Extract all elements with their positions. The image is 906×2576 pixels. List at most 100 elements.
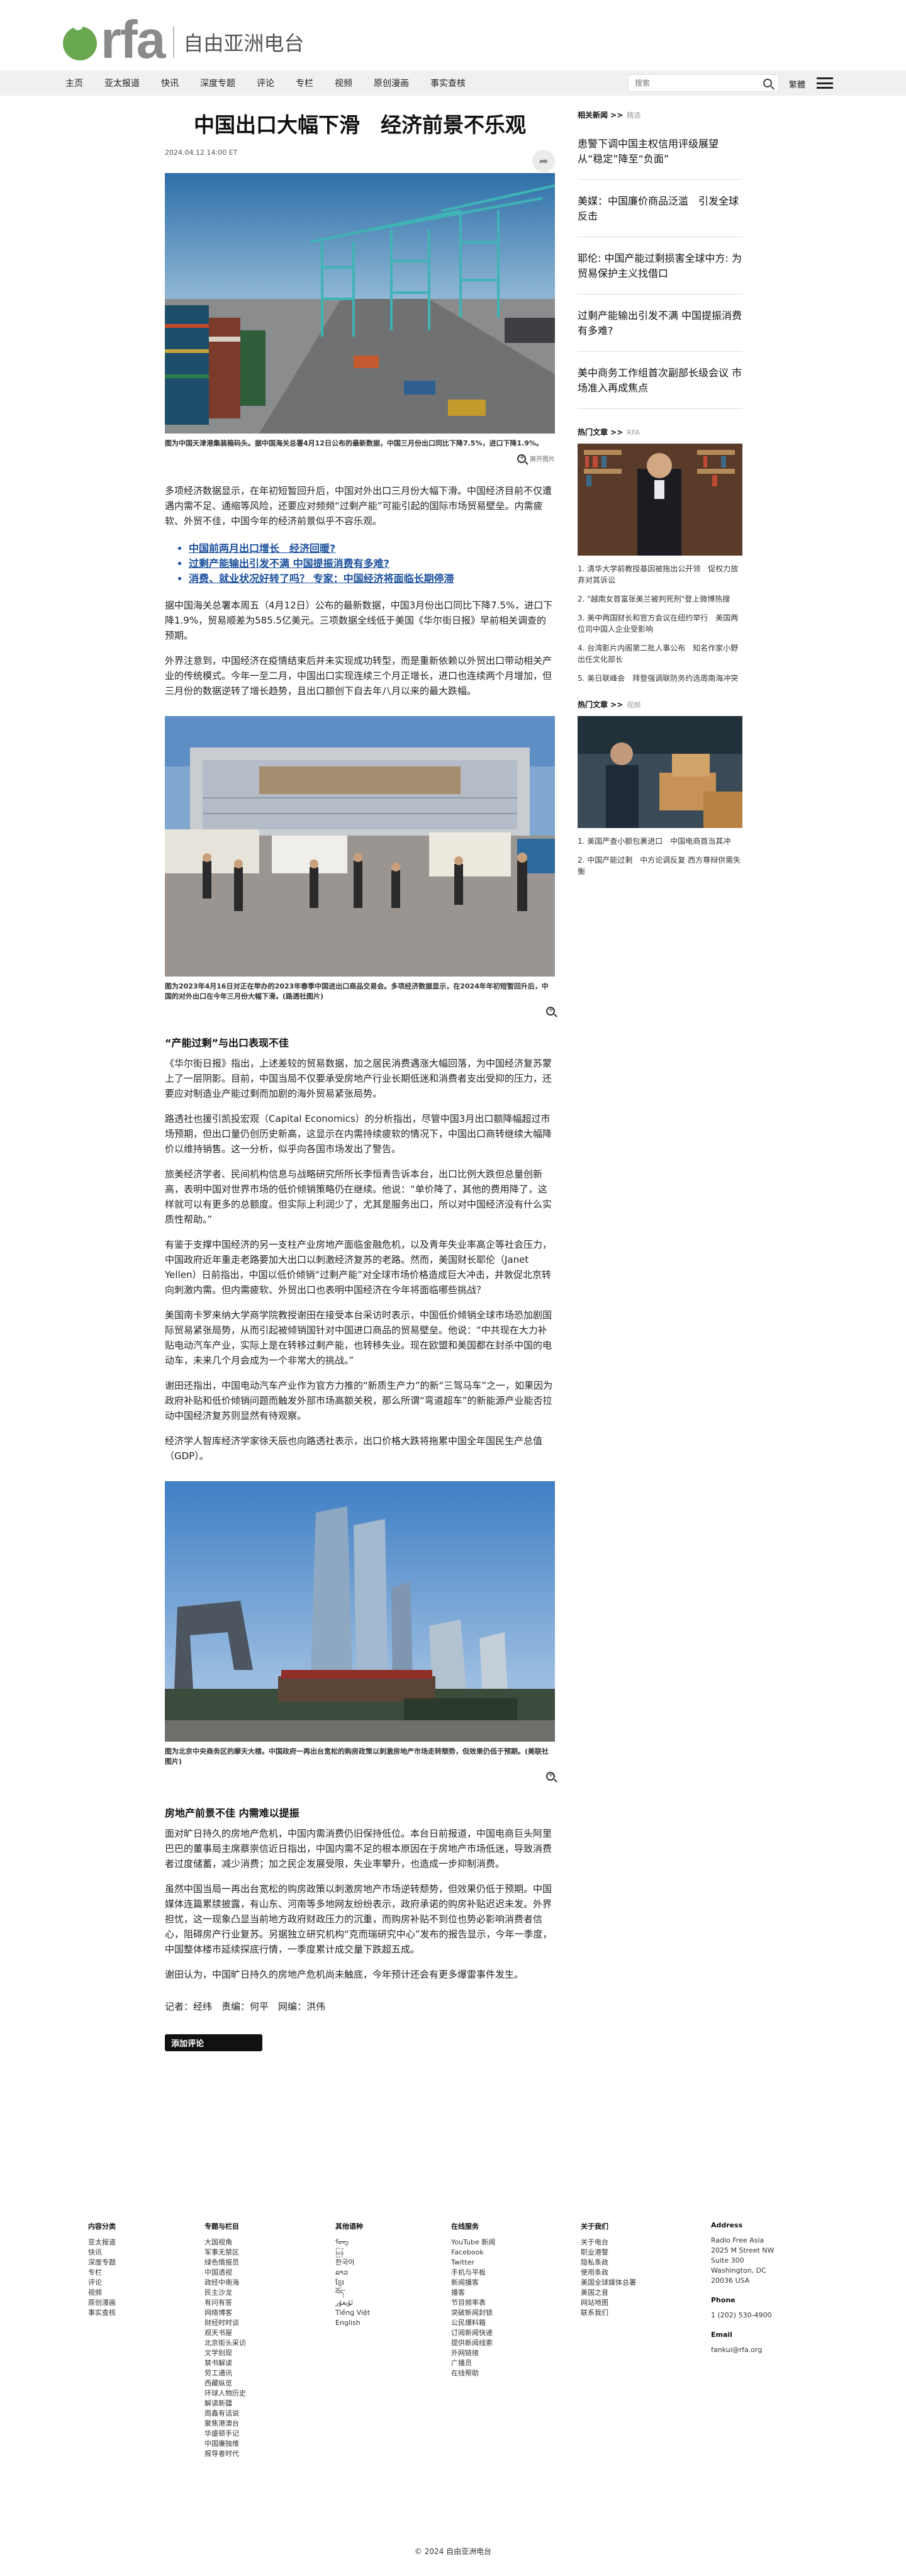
footer-link[interactable]: fankui@rfa.org bbox=[711, 2345, 775, 2355]
footer-link[interactable]: 播客 bbox=[451, 2288, 495, 2298]
article-photo-fair[interactable] bbox=[165, 716, 555, 977]
footer-link[interactable]: 原创漫画 bbox=[88, 2298, 116, 2308]
footer-link[interactable]: ᠮᠣᠩ bbox=[335, 2237, 370, 2248]
footer-link[interactable]: 亚太报道 bbox=[88, 2237, 116, 2248]
footer-link[interactable]: 军事无禁区 bbox=[204, 2248, 246, 2258]
nav-item[interactable]: 原创漫画 bbox=[374, 77, 409, 89]
footer-link[interactable]: Twitter bbox=[451, 2258, 495, 2268]
related-news-item[interactable]: 过剩产能输出引发不满 中国提振消费有多难? bbox=[578, 294, 742, 352]
footer-link[interactable]: ئۇيغۇر bbox=[335, 2298, 370, 2308]
nav-item[interactable]: 亚太报道 bbox=[104, 77, 140, 89]
footer-link[interactable]: 观天书屋 bbox=[204, 2328, 246, 2338]
footer-link[interactable]: YouTube 新闻 bbox=[451, 2237, 495, 2248]
search-icon[interactable] bbox=[763, 79, 772, 87]
footer-link[interactable]: English bbox=[335, 2318, 370, 2328]
hamburger-menu-icon[interactable] bbox=[817, 77, 833, 89]
footer-link[interactable]: 快讯 bbox=[88, 2248, 116, 2258]
footer-link[interactable]: 公民爆料箱 bbox=[451, 2318, 495, 2328]
related-link[interactable]: 过剩产能输出引发不满 中国提振消费有多难? bbox=[189, 556, 555, 571]
footer-link[interactable]: 广播员 bbox=[451, 2358, 495, 2368]
nav-item[interactable]: 视频 bbox=[335, 77, 352, 89]
hot-video-thumbnail[interactable] bbox=[578, 716, 742, 828]
related-news-item[interactable]: 美媒：中国廉价商品泛滥 引发全球反击 bbox=[578, 180, 742, 237]
footer-link[interactable]: 事实查核 bbox=[88, 2308, 116, 2318]
footer-link[interactable]: 聚焦港澳台 bbox=[204, 2419, 246, 2429]
footer-link[interactable]: 专栏 bbox=[88, 2268, 116, 2278]
nav-item[interactable]: 快讯 bbox=[161, 77, 179, 89]
footer-link[interactable]: 在线帮助 bbox=[451, 2368, 495, 2378]
footer-link[interactable]: ລາວ bbox=[335, 2268, 370, 2278]
hot-videos-heading[interactable]: 热门文章 >> 视频 bbox=[578, 699, 742, 710]
nav-item[interactable]: 事实查核 bbox=[430, 77, 466, 89]
footer-link[interactable]: 周鑫有话说 bbox=[204, 2409, 246, 2419]
footer-link[interactable]: 节目频率表 bbox=[451, 2298, 495, 2308]
hot-articles-heading[interactable]: 热门文章 >> RFA bbox=[578, 427, 742, 437]
nav-item[interactable]: 主页 bbox=[65, 77, 83, 89]
footer-link[interactable]: 有问有答 bbox=[204, 2298, 246, 2308]
footer-link[interactable]: 提供新闻线索 bbox=[451, 2338, 495, 2348]
hot-video-item[interactable]: 2. 中国产能过剩 中方论调反复 西方尊辩供需失衡 bbox=[578, 854, 742, 877]
footer-link[interactable]: 深度专题 bbox=[88, 2258, 116, 2268]
add-comment-button[interactable]: 添加评论 bbox=[165, 2034, 262, 2051]
footer-link[interactable]: 手机与平板 bbox=[451, 2268, 495, 2278]
footer-link[interactable]: 中国透视 bbox=[204, 2268, 246, 2278]
footer-link[interactable]: 视频 bbox=[88, 2288, 116, 2298]
related-news-item[interactable]: 美中商务工作组首次副部长级会议 市场准入再成焦点 bbox=[578, 352, 742, 409]
nav-item[interactable]: 深度专题 bbox=[200, 77, 235, 89]
footer-link[interactable]: 联系我们 bbox=[581, 2308, 636, 2318]
share-icon[interactable]: ➦ bbox=[532, 150, 555, 172]
traditional-chinese-link[interactable]: 繁體 bbox=[789, 78, 805, 90]
footer-link[interactable]: 评论 bbox=[88, 2278, 116, 2288]
footer-link[interactable]: 西藏纵览 bbox=[204, 2378, 246, 2388]
footer-link[interactable]: 美国全球媒体总署 bbox=[581, 2278, 636, 2288]
nav-item[interactable]: 专栏 bbox=[296, 77, 313, 89]
hot-article-item[interactable]: 3. 美中两国财长和官方会议在纽约举行 美国两位司中国人企业受影响 bbox=[578, 612, 742, 635]
footer-link[interactable]: 职业港警 bbox=[581, 2248, 636, 2258]
related-link[interactable]: 中国前两月出口增长 经济回暖? bbox=[189, 541, 555, 556]
footer-link[interactable]: 华盛顿手记 bbox=[204, 2429, 246, 2439]
hot-article-thumbnail[interactable] bbox=[578, 444, 742, 556]
expand-image-button[interactable]: 展开图片 bbox=[165, 453, 555, 463]
article-photo-port[interactable] bbox=[165, 173, 555, 434]
footer-link[interactable]: 美国之音 bbox=[581, 2288, 636, 2298]
expand-image-button[interactable] bbox=[165, 1005, 555, 1016]
nav-item[interactable]: 评论 bbox=[257, 77, 274, 89]
footer-link[interactable]: 中国廉独维 bbox=[204, 2439, 246, 2449]
footer-link[interactable]: 解读新疆 bbox=[204, 2399, 246, 2409]
footer-link[interactable]: မြန် bbox=[335, 2248, 370, 2258]
footer-link[interactable]: 大国视角 bbox=[204, 2237, 246, 2248]
footer-link[interactable]: 关于电台 bbox=[581, 2237, 636, 2248]
hot-article-item[interactable]: 4. 台湾影片内阁第二批人事公布 知名作家小野出任文化部长 bbox=[578, 642, 742, 665]
footer-link[interactable]: 报导者时代 bbox=[204, 2449, 246, 2459]
expand-image-button[interactable] bbox=[165, 1771, 555, 1781]
footer-link[interactable]: 政经中南海 bbox=[204, 2278, 246, 2288]
footer-link[interactable]: ខ្មែរ bbox=[335, 2278, 370, 2288]
hot-article-item[interactable]: 1. 清华大学前教授基因被拖出公开领 促权力放弃对其诉讼 bbox=[578, 563, 742, 586]
search-input[interactable] bbox=[635, 79, 754, 87]
footer-link[interactable]: 使用条政 bbox=[581, 2268, 636, 2278]
hot-video-item[interactable]: 1. 美国严查小额包裹进口 中国电商首当其冲 bbox=[578, 836, 742, 847]
hot-article-item[interactable]: 2. "越南女首富张美兰被判死刑"登上微博热搜 bbox=[578, 593, 742, 605]
footer-link[interactable]: 新闻播客 bbox=[451, 2278, 495, 2288]
footer-link[interactable]: 订阅新闻快递 bbox=[451, 2328, 495, 2338]
related-news-item[interactable]: 患警下调中国主权信用评级展望 从“稳定”降至“负面” bbox=[578, 120, 742, 180]
related-news-item[interactable]: 耶伦: 中国产能过剩损害全球中方: 为贸易保护主义找借口 bbox=[578, 237, 742, 294]
footer-link[interactable]: བོད་ bbox=[335, 2288, 370, 2298]
footer-link[interactable]: 北京街头采访 bbox=[204, 2338, 246, 2348]
hot-article-item[interactable]: 5. 美日联峰会 拜登强调联防务约选周南海冲突 bbox=[578, 673, 742, 684]
footer-link[interactable]: 绿色情报员 bbox=[204, 2258, 246, 2268]
footer-link[interactable]: 网站地图 bbox=[581, 2298, 636, 2308]
footer-link[interactable]: 文学别现 bbox=[204, 2348, 246, 2358]
rfa-logo[interactable]: rfa 自由亚洲电台 bbox=[63, 13, 304, 66]
footer-link[interactable]: 网络博客 bbox=[204, 2308, 246, 2318]
footer-link[interactable]: 隐私条政 bbox=[581, 2258, 636, 2268]
footer-link[interactable]: 劳工通讯 bbox=[204, 2368, 246, 2378]
footer-link[interactable]: Facebook bbox=[451, 2248, 495, 2258]
related-link[interactable]: 消费、就业状况好转了吗？ 专家：中国经济将面临长期停滞 bbox=[189, 571, 555, 586]
footer-link[interactable]: 财经时时谈 bbox=[204, 2318, 246, 2328]
footer-link[interactable]: 突破新闻封锁 bbox=[451, 2308, 495, 2318]
footer-link[interactable]: 外网链接 bbox=[451, 2348, 495, 2358]
footer-link[interactable]: 环球人物历史 bbox=[204, 2388, 246, 2399]
search-box[interactable] bbox=[628, 74, 779, 92]
related-news-heading[interactable]: 相关新闻 >> 精选 bbox=[578, 109, 742, 120]
